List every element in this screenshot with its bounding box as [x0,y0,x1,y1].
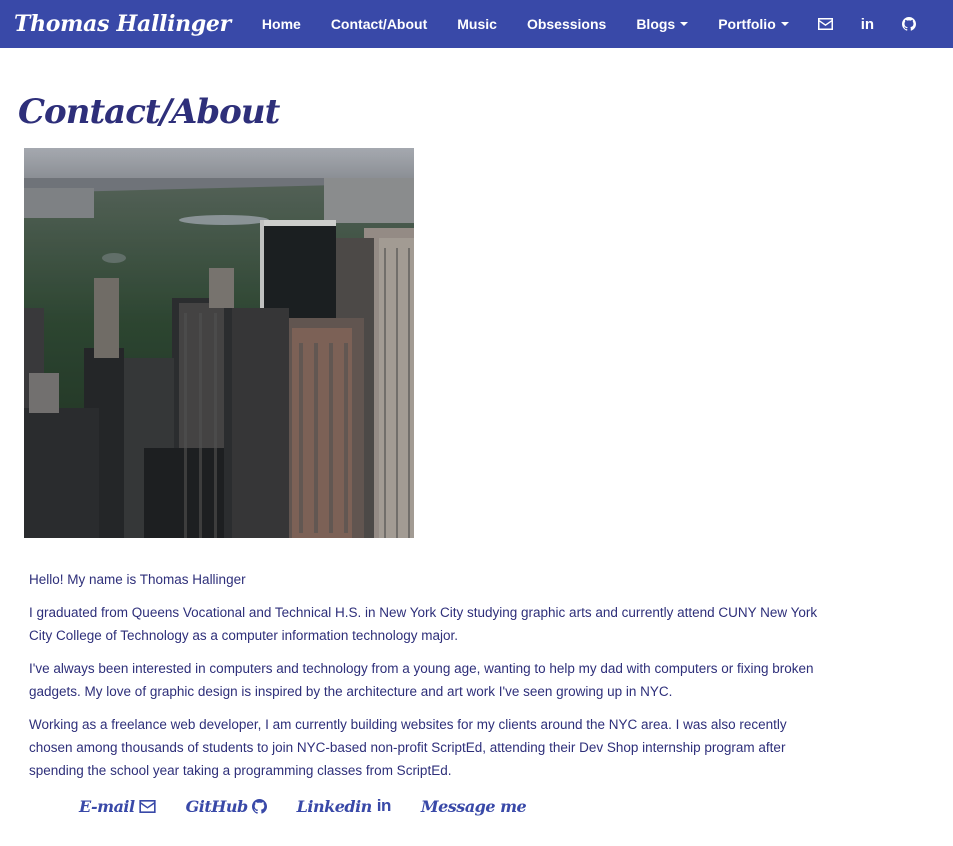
nav-obsessions[interactable]: Obsessions [512,0,621,48]
nav-contact-about[interactable]: Contact/About [316,0,442,48]
github-icon[interactable] [888,0,930,48]
github-icon [251,798,267,814]
nav-portfolio-dropdown[interactable]: Portfolio [703,0,804,48]
mail-icon[interactable] [804,0,847,48]
message-me-link[interactable]: Message me [420,796,527,816]
github-link[interactable]: GitHub [186,797,267,816]
education-paragraph: I graduated from Queens Vocational and T… [29,605,818,643]
work-paragraph: Working as a freelance web developer, I … [29,717,787,778]
nav-portfolio-label: Portfolio [718,16,776,32]
nav-home[interactable]: Home [247,0,316,48]
caret-down-icon [680,22,689,26]
linkedin-link[interactable]: Linkedin in [296,796,392,816]
nav-blogs-dropdown[interactable]: Blogs [621,0,703,48]
email-link[interactable]: E-mail [79,797,156,816]
caret-down-icon [780,22,789,26]
city-skyline-photo [24,148,414,538]
linkedin-icon: in [376,796,392,815]
mail-icon [138,799,156,813]
site-brand[interactable]: Thomas Hallinger [14,11,231,37]
message-me-label: Message me [420,796,527,816]
nav-music[interactable]: Music [442,0,512,48]
page-title: Contact/About [18,92,280,132]
linkedin-link-label: Linkedin [296,796,373,816]
email-link-label: E-mail [79,796,135,816]
about-content: Hello! My name is Thomas Hallinger I gra… [29,568,819,792]
interests-paragraph: I've always been interested in computers… [29,661,814,699]
top-navbar: Thomas Hallinger Home Contact/About Musi… [0,0,953,48]
linkedin-icon[interactable]: in [847,0,888,48]
intro-paragraph: Hello! My name is Thomas Hallinger [29,572,246,587]
linkedin-icon-text: in [860,15,875,33]
nav-blogs-label: Blogs [636,16,676,32]
github-link-label: GitHub [185,796,249,816]
contact-links: E-mail GitHub Linkedin in Message me [79,796,556,816]
